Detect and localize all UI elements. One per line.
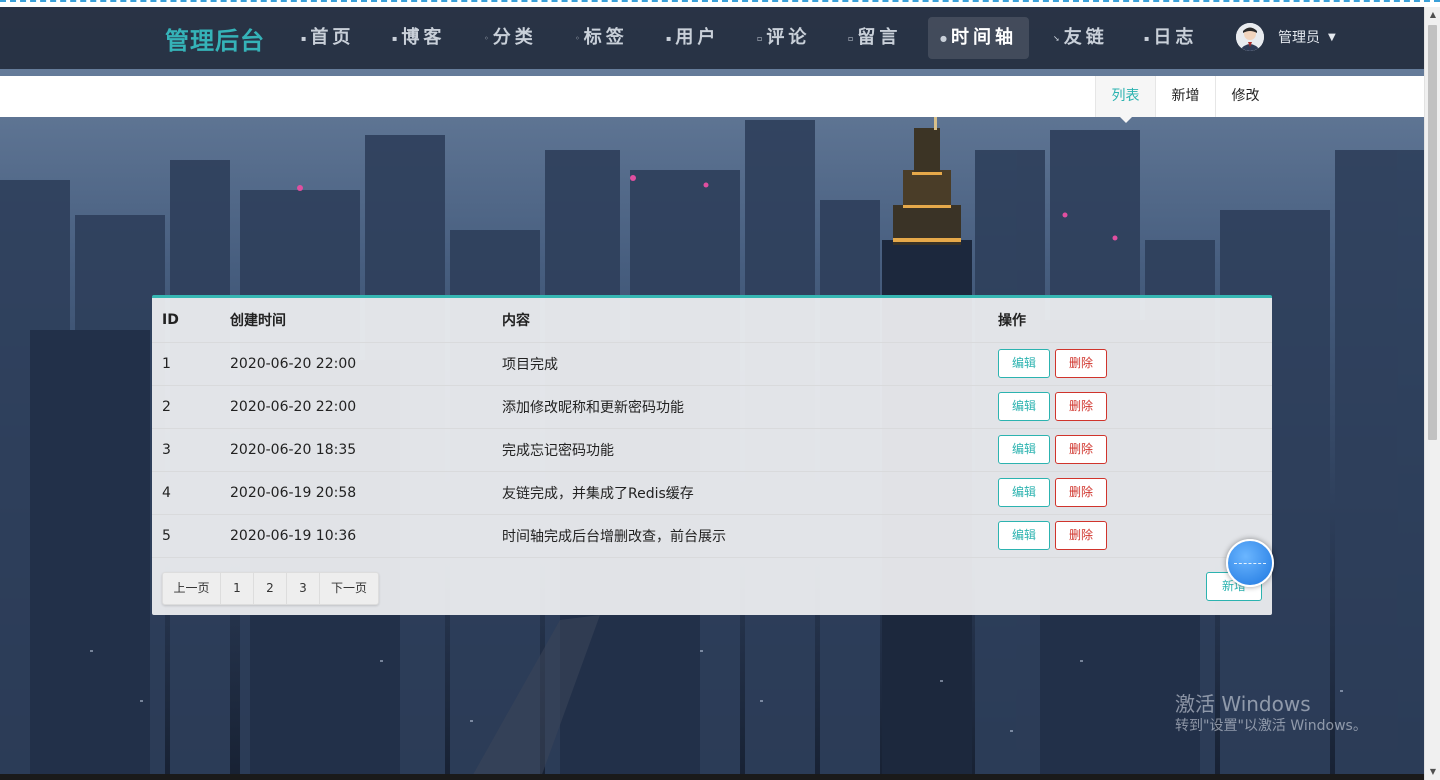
delete-button[interactable]: 删除 [1055, 478, 1108, 507]
nav-item-label: 日志 [1153, 27, 1198, 48]
column-header-id: ID [152, 298, 230, 343]
nav-item-friendlink[interactable]: ↘ 友链 [1053, 17, 1108, 59]
avatar[interactable] [1236, 23, 1264, 51]
dashed-line-icon [1234, 563, 1266, 565]
nav-item-category[interactable]: ◦ 分类 [484, 17, 537, 59]
edit-button[interactable]: 编辑 [998, 478, 1051, 507]
page-button-2[interactable]: 2 [254, 573, 287, 604]
cell-content: 完成忘记密码功能 [502, 428, 998, 472]
tab-list[interactable]: 列表 [1095, 76, 1155, 123]
cell-id: 5 [152, 514, 230, 558]
nav-item-label: 时间轴 [950, 27, 1017, 48]
cell-created-time: 2020-06-19 20:58 [230, 471, 502, 515]
page-button-3[interactable]: 3 [287, 573, 320, 604]
cell-id: 2 [152, 385, 230, 429]
edit-button[interactable]: 编辑 [998, 392, 1051, 421]
scroll-down-arrow-icon[interactable]: ▼ [1425, 764, 1440, 780]
nav-item-label: 标签 [583, 27, 628, 48]
timeline-table-card: ID 创建时间 内容 操作 1 2020-06-20 22:00 项目完成 编辑… [152, 295, 1272, 615]
nav-item-label: 留言 [857, 27, 902, 48]
nav-item-home[interactable]: ▪ 首页 [301, 17, 354, 59]
nav-item-label: 首页 [310, 27, 355, 48]
table-header-row: ID 创建时间 内容 操作 [152, 298, 1272, 343]
table-row: 4 2020-06-19 20:58 友链完成，并集成了Redis缓存 编辑 删除 [152, 471, 1272, 515]
column-header-content: 内容 [502, 298, 998, 343]
floating-widget-button[interactable] [1226, 539, 1274, 587]
scroll-up-arrow-icon[interactable]: ▲ [1425, 7, 1440, 23]
tab-edit[interactable]: 修改 [1215, 76, 1275, 117]
cell-id: 4 [152, 471, 230, 515]
table-row: 2 2020-06-20 22:00 添加修改昵称和更新密码功能 编辑 删除 [152, 385, 1272, 429]
cell-content: 项目完成 [502, 342, 998, 386]
edit-button[interactable]: 编辑 [998, 435, 1051, 464]
next-page-button[interactable]: 下一页 [320, 573, 378, 604]
table-row: 3 2020-06-20 18:35 完成忘记密码功能 编辑 删除 [152, 428, 1272, 472]
tag-icon: ◦ [575, 33, 580, 43]
edit-button[interactable]: 编辑 [998, 521, 1051, 550]
scrollbar-thumb[interactable] [1428, 25, 1437, 440]
cell-id: 3 [152, 428, 230, 472]
column-header-actions: 操作 [998, 298, 1272, 343]
cell-id: 1 [152, 342, 230, 386]
category-icon: ◦ [484, 33, 489, 43]
watermark-subtitle: 转到"设置"以激活 Windows。 [1175, 718, 1367, 734]
delete-button[interactable]: 删除 [1055, 521, 1108, 550]
cell-actions: 编辑 删除 [998, 385, 1272, 429]
timeline-icon: ● [940, 33, 947, 43]
prev-page-button[interactable]: 上一页 [163, 573, 221, 604]
browser-top-strip [0, 0, 1440, 7]
table-row: 1 2020-06-20 22:00 项目完成 编辑 删除 [152, 342, 1272, 386]
home-icon: ▪ [301, 33, 307, 43]
cell-content: 时间轴完成后台增删改查，前台展示 [502, 514, 998, 558]
cell-created-time: 2020-06-20 22:00 [230, 342, 502, 386]
edit-button[interactable]: 编辑 [998, 349, 1051, 378]
cell-actions: 编辑 删除 [998, 342, 1272, 386]
user-menu[interactable]: 管理员 ▼ [1236, 21, 1336, 53]
cell-content: 友链完成，并集成了Redis缓存 [502, 471, 998, 515]
nav-item-label: 评论 [766, 27, 811, 48]
chevron-down-icon[interactable]: ▼ [1328, 32, 1336, 43]
vertical-scrollbar[interactable]: ▲ ▼ [1424, 7, 1440, 780]
delete-button[interactable]: 删除 [1055, 349, 1108, 378]
watermark-title: 激活 Windows [1175, 692, 1311, 716]
cell-actions: 编辑 删除 [998, 428, 1272, 472]
nav-item-timeline[interactable]: ● 时间轴 [928, 17, 1029, 59]
nav-item-user[interactable]: ▪ 用户 [666, 17, 719, 59]
cell-created-time: 2020-06-20 18:35 [230, 428, 502, 472]
timeline-table: ID 创建时间 内容 操作 1 2020-06-20 22:00 项目完成 编辑… [152, 298, 1272, 558]
sub-menu-bar: 列表 新增 修改 [0, 76, 1424, 123]
nav-item-label: 分类 [492, 27, 537, 48]
nav-item-message[interactable]: ▫ 留言 [848, 17, 901, 59]
brand-title[interactable]: 管理后台 [165, 21, 265, 56]
delete-button[interactable]: 删除 [1055, 392, 1108, 421]
page-button-1[interactable]: 1 [221, 573, 254, 604]
nav-item-label: 友链 [1063, 27, 1108, 48]
cell-content: 添加修改昵称和更新密码功能 [502, 385, 998, 429]
nav-item-tag[interactable]: ◦ 标签 [575, 17, 628, 59]
message-icon: ▫ [848, 33, 854, 43]
bottom-edge-strip [0, 774, 1424, 780]
nav-item-log[interactable]: ▪ 日志 [1144, 17, 1197, 59]
nav-item-label: 用户 [675, 27, 720, 48]
pagination: 上一页 1 2 3 下一页 [162, 572, 379, 605]
nav-item-comment[interactable]: ▫ 评论 [757, 17, 810, 59]
nav-item-label: 博客 [401, 27, 446, 48]
cell-actions: 编辑 删除 [998, 471, 1272, 515]
cell-created-time: 2020-06-20 22:00 [230, 385, 502, 429]
user-name[interactable]: 管理员 [1278, 27, 1320, 47]
comment-icon: ▫ [757, 33, 763, 43]
nav-item-blog[interactable]: ▪ 博客 [392, 17, 445, 59]
log-icon: ▪ [1144, 33, 1150, 43]
top-nav-bar: 管理后台 ▪ 首页 ▪ 博客 ◦ 分类 ◦ 标签 ▪ 用户 ▫ 评论 ▫ 留言 ● 时间轴 ↘ 友… [0, 7, 1424, 69]
column-header-created-time: 创建时间 [230, 298, 502, 343]
link-icon: ↘ [1053, 33, 1060, 43]
blog-icon: ▪ [392, 33, 398, 43]
user-icon: ▪ [666, 33, 672, 43]
cell-created-time: 2020-06-19 10:36 [230, 514, 502, 558]
table-row: 5 2020-06-19 10:36 时间轴完成后台增删改查，前台展示 编辑 删除 [152, 514, 1272, 558]
tab-add[interactable]: 新增 [1155, 76, 1215, 117]
delete-button[interactable]: 删除 [1055, 435, 1108, 464]
